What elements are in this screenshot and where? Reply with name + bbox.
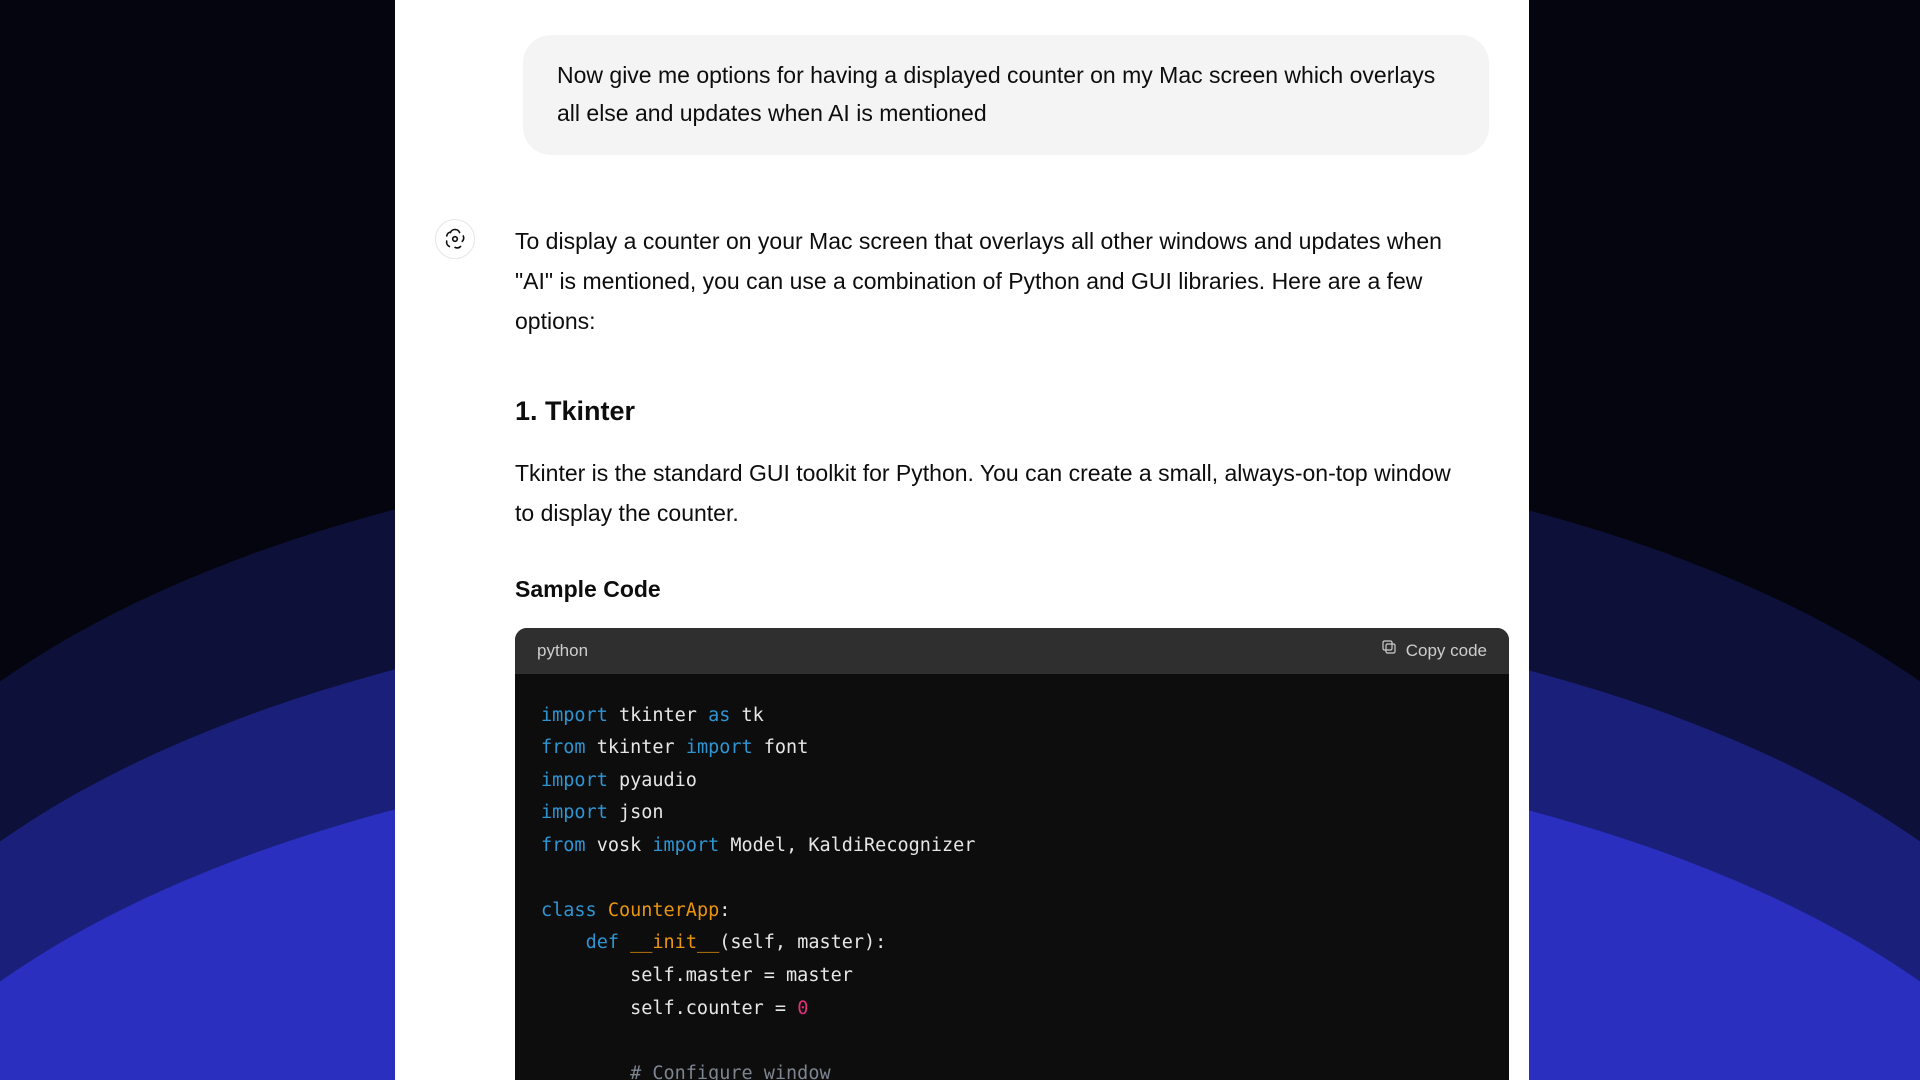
code-block: python Copy code import tkinter as tk fr… <box>515 628 1509 1080</box>
copy-icon <box>1380 636 1398 666</box>
section-heading-tkinter: 1. Tkinter <box>515 388 1475 435</box>
sample-code-heading: Sample Code <box>515 569 1475 609</box>
assistant-content: To display a counter on your Mac screen … <box>515 221 1475 1080</box>
chat-scroll[interactable]: Now give me options for having a display… <box>395 0 1529 1080</box>
code-language-label: python <box>537 636 588 666</box>
assistant-avatar-icon <box>435 219 475 259</box>
chat-window: Now give me options for having a display… <box>395 0 1529 1080</box>
assistant-intro-paragraph: To display a counter on your Mac screen … <box>515 221 1475 342</box>
copy-code-button[interactable]: Copy code <box>1380 636 1487 666</box>
user-message: Now give me options for having a display… <box>523 35 1489 155</box>
tkinter-description: Tkinter is the standard GUI toolkit for … <box>515 453 1475 534</box>
code-content[interactable]: import tkinter as tk from tkinter import… <box>515 674 1509 1080</box>
assistant-message: To display a counter on your Mac screen … <box>515 221 1489 1080</box>
code-header: python Copy code <box>515 628 1509 674</box>
copy-code-label: Copy code <box>1406 636 1487 666</box>
